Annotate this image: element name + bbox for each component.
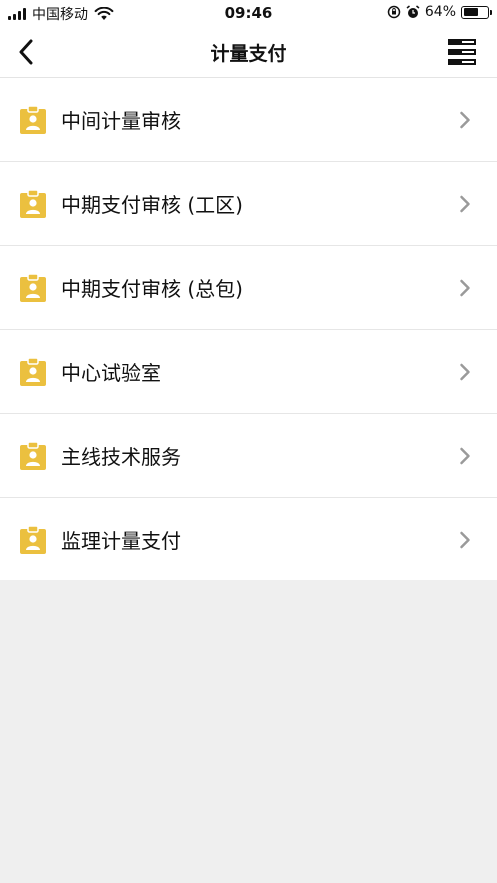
chevron-left-icon [19,39,33,65]
list-item[interactable]: 中间计量审核 [0,78,497,162]
chevron-right-icon [460,447,470,464]
clipboard-user-icon [20,356,46,386]
orientation-lock-icon [387,5,401,19]
chevron-right-icon [460,195,470,212]
clipboard-user-icon [20,188,46,218]
clipboard-user-icon [20,272,46,302]
list-item[interactable]: 中期支付审核 (工区) [0,162,497,246]
battery-percent: 64% [424,4,456,20]
clipboard-user-icon [20,104,46,134]
battery-icon [461,5,492,19]
list-item-label: 中间计量审核 [61,109,181,133]
battery-fill [463,8,479,16]
chevron-right-icon [460,111,470,128]
list-item[interactable]: 中心试验室 [0,330,497,414]
empty-background [0,580,497,883]
chevron-right-icon [460,531,470,548]
list-item-label: 中期支付审核 (工区) [61,193,243,217]
list-item[interactable]: 中期支付审核 (总包) [0,246,497,330]
list-item-label: 监理计量支付 [61,529,181,553]
chevron-right-icon [460,363,470,380]
navigation-bar: 计量支付 [0,26,497,78]
list-item-label: 中心试验室 [61,361,161,385]
alarm-icon [406,5,420,18]
menu-list: 中间计量审核 中期支付审核 (工区) 中期支付审核 (总包) 中心试验室 主线技… [0,78,497,581]
page-title: 计量支付 [210,43,287,65]
list-item[interactable]: 监理计量支付 [0,498,497,581]
list-item[interactable]: 主线技术服务 [0,414,497,498]
list-item-label: 中期支付审核 (总包) [61,277,243,301]
status-bar-right: 64% [387,4,492,20]
clipboard-user-icon [20,440,46,470]
status-bar: 中国移动 09:46 64% [0,0,497,26]
back-button[interactable] [10,36,42,68]
list-menu-icon[interactable] [447,38,477,66]
chevron-right-icon [460,279,470,296]
list-item-label: 主线技术服务 [61,445,181,469]
clipboard-user-icon [20,524,46,554]
